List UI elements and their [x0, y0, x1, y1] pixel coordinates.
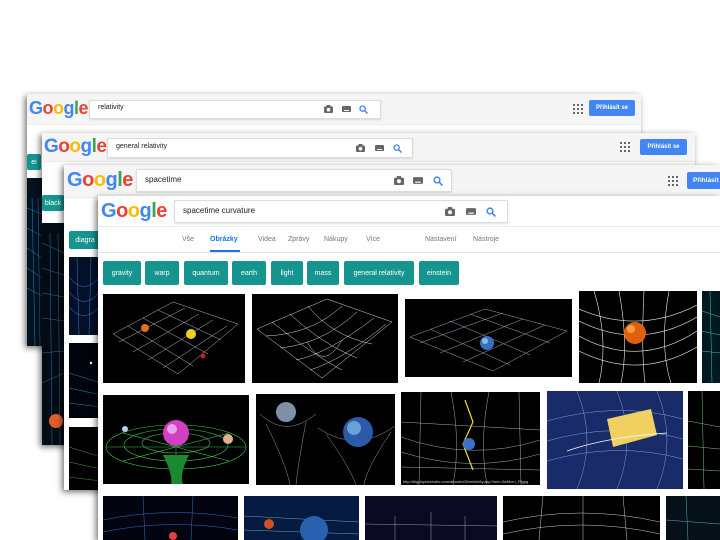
- camera-icon[interactable]: [393, 175, 404, 186]
- camera-icon[interactable]: [323, 104, 333, 114]
- image-thumb[interactable]: [42, 223, 64, 445]
- keyboard-icon[interactable]: [374, 144, 384, 152]
- image-thumb[interactable]: [256, 394, 395, 485]
- google-logo[interactable]: Google: [67, 169, 133, 192]
- chip-warp[interactable]: warp: [145, 261, 179, 285]
- tab-all[interactable]: Vše: [182, 236, 194, 243]
- search-input[interactable]: spacetime: [145, 175, 181, 184]
- tab-shopping[interactable]: Nákupy: [324, 236, 348, 243]
- chip-light[interactable]: light: [271, 261, 303, 285]
- search-box[interactable]: relativity: [89, 100, 381, 119]
- image-thumb[interactable]: [579, 291, 697, 383]
- chip-partial[interactable]: ei: [27, 154, 41, 170]
- tab-news[interactable]: Zprávy: [288, 236, 309, 243]
- search-icon[interactable]: [485, 206, 496, 217]
- image-thumb[interactable]: [252, 294, 398, 383]
- search-input[interactable]: spacetime curvature: [183, 206, 255, 215]
- image-thumb[interactable]: [103, 294, 245, 383]
- sign-in-button[interactable]: Přihlásit: [687, 172, 720, 189]
- screenshot-spacetime-curvature: Google spacetime curvature Vše Obrázky V…: [98, 196, 720, 540]
- tab-more[interactable]: Více: [366, 236, 380, 243]
- camera-icon[interactable]: [355, 143, 365, 153]
- chip-earth[interactable]: earth: [232, 261, 266, 285]
- apps-grid-icon[interactable]: [573, 104, 583, 114]
- chip-einstein[interactable]: einstein: [419, 261, 459, 285]
- tabs-divider: [98, 252, 720, 253]
- image-thumb[interactable]: [103, 496, 238, 540]
- chip-partial[interactable]: diagra: [69, 231, 101, 249]
- apps-grid-icon[interactable]: [668, 176, 678, 186]
- sign-in-button[interactable]: Přihlásit se: [589, 100, 635, 116]
- image-thumb[interactable]: [103, 395, 249, 484]
- chip-mass[interactable]: mass: [307, 261, 339, 285]
- chip-gravity[interactable]: gravity: [103, 261, 141, 285]
- chip-partial[interactable]: black: [42, 195, 64, 211]
- chip-general-relativity[interactable]: general relativity: [344, 261, 414, 285]
- search-input[interactable]: relativity: [98, 104, 124, 111]
- keyboard-icon[interactable]: [341, 105, 351, 113]
- search-icon[interactable]: [392, 143, 402, 153]
- image-thumb[interactable]: [69, 257, 101, 335]
- image-thumb[interactable]: [405, 299, 572, 377]
- image-thumb[interactable]: [503, 496, 660, 540]
- sign-in-button[interactable]: Přihlásit se: [640, 139, 687, 155]
- image-thumb[interactable]: http://bigphysicstudio.com/about/c05/rel…: [401, 392, 540, 485]
- tab-images[interactable]: Obrázky: [210, 236, 238, 243]
- search-icon[interactable]: [432, 175, 443, 186]
- search-tabs: Vše Obrázky Videa Zprávy Nákupy Více Nas…: [98, 236, 720, 250]
- google-logo[interactable]: Google: [44, 136, 107, 158]
- image-thumb[interactable]: [702, 291, 720, 383]
- chip-quantum[interactable]: quantum: [184, 261, 228, 285]
- apps-grid-icon[interactable]: [620, 142, 630, 152]
- image-thumb[interactable]: [365, 496, 497, 540]
- tab-videos[interactable]: Videa: [258, 236, 276, 243]
- search-box[interactable]: general relativity: [107, 138, 413, 158]
- search-box[interactable]: spacetime: [136, 169, 452, 192]
- search-box[interactable]: spacetime curvature: [174, 200, 508, 223]
- keyboard-icon[interactable]: [465, 207, 476, 216]
- google-logo[interactable]: Google: [101, 200, 167, 223]
- search-input[interactable]: general relativity: [116, 143, 167, 150]
- image-caption: http://bigphysicstudio.com/about/c05/rel…: [403, 479, 528, 484]
- image-thumb[interactable]: [27, 178, 42, 346]
- image-thumb[interactable]: [69, 343, 101, 418]
- image-thumb[interactable]: [69, 427, 101, 490]
- image-thumb[interactable]: [688, 391, 720, 489]
- keyboard-icon[interactable]: [412, 176, 423, 185]
- image-thumb[interactable]: [244, 496, 359, 540]
- camera-icon[interactable]: [444, 206, 455, 217]
- tab-settings[interactable]: Nastavení: [425, 236, 457, 243]
- tab-tools[interactable]: Nástroje: [473, 236, 499, 243]
- google-logo[interactable]: Google: [29, 98, 89, 119]
- search-icon[interactable]: [358, 104, 368, 114]
- image-thumb[interactable]: [666, 496, 720, 540]
- image-thumb[interactable]: [547, 391, 683, 489]
